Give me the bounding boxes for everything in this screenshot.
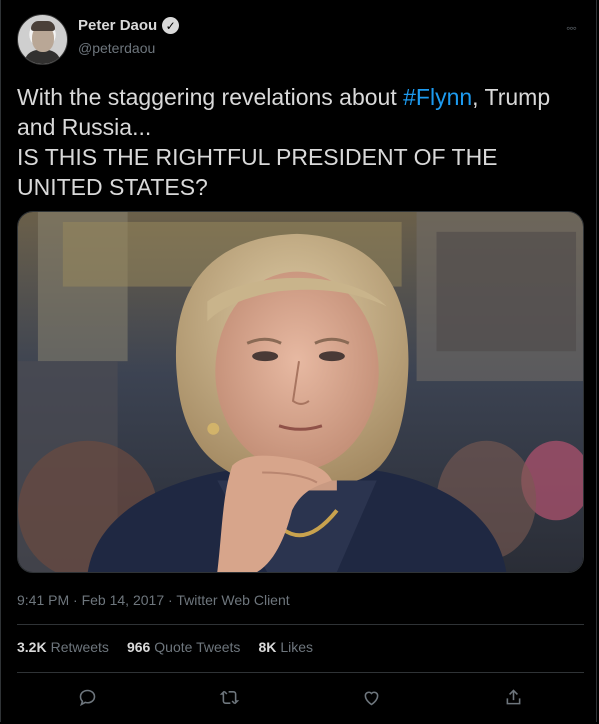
verified-badge-icon: ✓	[162, 17, 180, 34]
share-button[interactable]	[496, 680, 530, 714]
author-name[interactable]: Peter Daou	[78, 17, 157, 34]
quote-tweets-label: Quote Tweets	[154, 639, 241, 655]
retweet-button[interactable]	[213, 680, 247, 714]
photo-illustration	[18, 212, 583, 572]
share-icon	[506, 688, 521, 704]
avatar[interactable]	[17, 14, 68, 65]
tweet-card: Peter Daou ✓ @peterdaou ◦◦◦ With the sta…	[0, 0, 597, 722]
tweet-text: With the staggering revelations about #F…	[17, 82, 577, 202]
tweet-header: Peter Daou ✓ @peterdaou ◦◦◦	[17, 14, 583, 66]
likes-stat[interactable]: 8K Likes	[258, 639, 313, 661]
retweets-count: 3.2K	[17, 639, 47, 655]
tweet-client: Twitter Web Client	[176, 592, 290, 608]
likes-label: Likes	[280, 639, 314, 655]
reply-icon	[80, 689, 96, 706]
like-button[interactable]	[354, 680, 388, 714]
tweet-photo[interactable]	[17, 211, 584, 573]
tweet-text-part1: With the staggering revelations about	[17, 84, 404, 110]
tweet-stats: 3.2K Retweets 966 Quote Tweets 8K Likes	[17, 639, 313, 661]
retweets-label: Retweets	[50, 639, 109, 655]
divider	[17, 624, 584, 625]
tweet-date: Feb 14, 2017	[81, 592, 165, 608]
tweet-timestamp[interactable]: 9:41 PM · Feb 14, 2017 · Twitter Web Cli…	[17, 592, 290, 608]
avatar-hair	[31, 21, 55, 31]
quote-tweets-count: 966	[126, 639, 151, 655]
likes-count: 8K	[258, 639, 277, 655]
timestamp-separator: ·	[69, 592, 82, 608]
quote-tweets-stat[interactable]: 966 Quote Tweets	[127, 639, 241, 661]
avatar-shirt	[24, 50, 61, 64]
tweet-actions	[17, 680, 584, 714]
reply-button[interactable]	[71, 680, 105, 714]
retweet-icon	[219, 690, 240, 704]
author-name-row: Peter Daou ✓	[78, 17, 180, 34]
like-icon	[364, 691, 379, 705]
divider	[17, 672, 584, 673]
client-separator: ·	[164, 592, 177, 608]
tweet-time: 9:41 PM	[17, 592, 70, 608]
author-handle[interactable]: @peterdaou	[78, 40, 155, 56]
more-options-icon[interactable]: ◦◦◦	[559, 16, 583, 40]
hashtag-link[interactable]: #Flynn	[403, 84, 472, 110]
tweet-text-line2: IS THIS THE RIGHTFUL PRESIDENT OF THE UN…	[17, 144, 498, 200]
retweets-stat[interactable]: 3.2K Retweets	[17, 639, 109, 661]
